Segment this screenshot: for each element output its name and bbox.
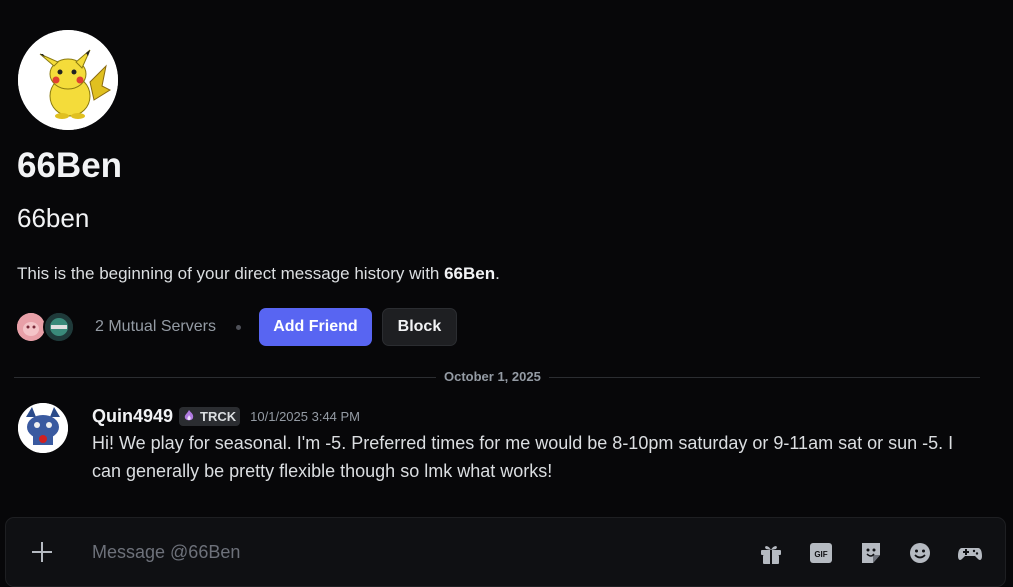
intro-name: 66Ben [444,264,496,283]
flame-icon [184,410,194,421]
profile-avatar[interactable] [18,30,118,130]
activity-icon[interactable] [957,540,983,566]
server-tag-badge[interactable]: TRCK [179,406,241,426]
gift-icon[interactable] [758,540,784,566]
separator-dot [235,324,241,330]
mutual-server-icon[interactable] [43,311,75,343]
date-divider-label: October 1, 2025 [436,368,549,386]
intro-suffix: . [495,264,500,283]
svg-text:GIF: GIF [814,550,827,559]
cat-avatar-icon [18,403,68,453]
intro-prefix: This is the beginning of your direct mes… [17,264,445,283]
message-content: Hi! We play for seasonal. I'm -5. Prefer… [92,433,954,481]
message-header: Quin4949 TRCK 10/1/2025 3:44 PM [92,403,360,429]
profile-username: 66ben [17,203,90,233]
message-author-name[interactable]: Quin4949 [92,406,173,427]
message-timestamp[interactable]: 10/1/2025 3:44 PM [250,409,360,424]
gif-icon[interactable]: GIF [808,540,834,566]
sticker-icon[interactable] [858,540,884,566]
mutual-server-icon[interactable] [17,313,45,341]
mutual-servers-link[interactable]: 2 Mutual Servers [95,318,216,336]
mutual-servers-row: 2 Mutual Servers Add Friend Block [17,307,457,347]
message-input[interactable]: Message @66Ben [92,540,240,564]
pikachu-avatar-icon [18,30,118,130]
emoji-icon[interactable] [907,540,933,566]
message-author-avatar[interactable] [18,403,68,453]
block-button[interactable]: Block [381,308,457,346]
add-friend-button[interactable]: Add Friend [258,308,372,346]
server-tag-label: TRCK [200,408,237,424]
profile-display-name: 66Ben [17,146,123,185]
plus-icon[interactable] [28,538,56,566]
dm-intro-text: This is the beginning of your direct mes… [17,262,500,286]
